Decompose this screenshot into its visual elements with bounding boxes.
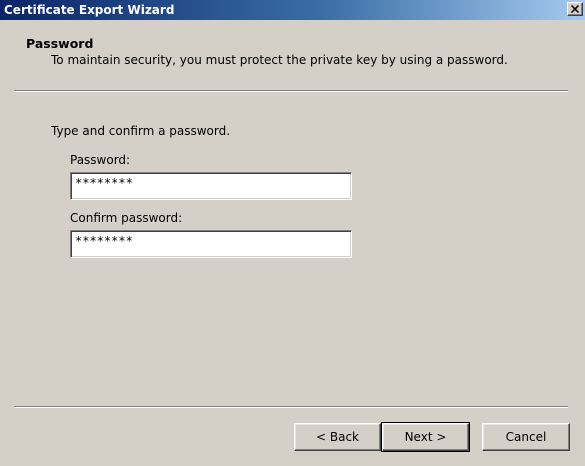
instruction-text: Type and confirm a password. bbox=[51, 124, 231, 138]
window-title: Certificate Export Wizard bbox=[4, 3, 175, 17]
page-title: Password bbox=[26, 36, 94, 51]
title-bar[interactable]: Certificate Export Wizard bbox=[0, 0, 585, 20]
password-label: Password: bbox=[70, 153, 131, 167]
footer-divider bbox=[14, 406, 568, 408]
close-button[interactable] bbox=[567, 2, 583, 16]
next-button[interactable]: Next > bbox=[381, 422, 470, 452]
certificate-export-wizard-window: Certificate Export Wizard Password To ma… bbox=[0, 0, 585, 466]
page-description: To maintain security, you must protect t… bbox=[51, 53, 508, 67]
confirm-password-input[interactable]: ******** bbox=[70, 230, 352, 258]
password-input[interactable]: ******** bbox=[70, 172, 352, 200]
confirm-password-label: Confirm password: bbox=[70, 211, 183, 225]
header-divider bbox=[14, 90, 568, 92]
back-button[interactable]: < Back bbox=[294, 423, 381, 451]
cancel-button[interactable]: Cancel bbox=[482, 423, 570, 451]
